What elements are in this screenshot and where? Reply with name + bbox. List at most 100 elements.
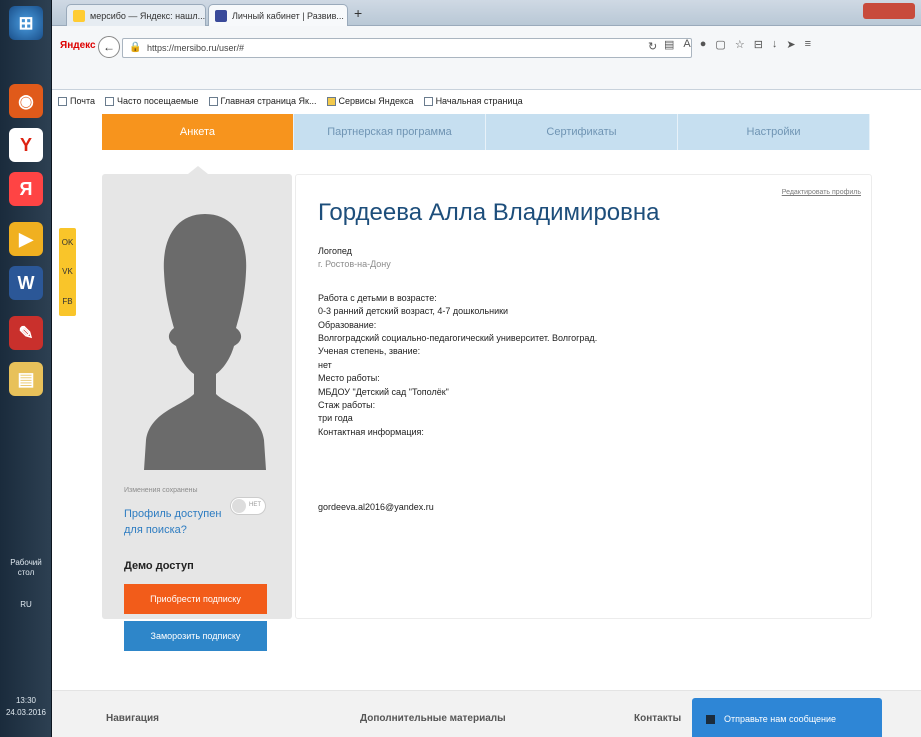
lock-icon: 🔒: [129, 42, 142, 53]
toggle-knob: [232, 499, 246, 513]
tab-anketa[interactable]: Анкета: [102, 114, 294, 150]
reload-icon[interactable]: ↻: [648, 40, 657, 53]
info-line: 0-3 ранний детский возраст, 4-7 дошкольн…: [318, 306, 509, 317]
info-line: Место работы:: [318, 373, 380, 384]
info-line: МБДОУ "Детский сад "Тополёк": [318, 386, 449, 397]
desktop-label[interactable]: Рабочий стол: [2, 558, 50, 578]
adblock-icon[interactable]: ●: [700, 38, 707, 51]
windows-taskbar: ⊞ ◉ Y Я ▶ W ✎ ▤ Рабочий стол RU 13:30 24…: [0, 0, 52, 737]
page-content: Анкета Партнерская программа Сертификаты…: [52, 110, 921, 737]
yandex-browser-icon[interactable]: Y: [9, 128, 43, 162]
bookmark-label: Начальная страница: [435, 96, 523, 106]
profile-name: Гордеева Алла Владимировна: [318, 199, 660, 226]
profile-card: Редактировать профиль Гордеева Алла Влад…: [295, 174, 872, 619]
word-icon[interactable]: W: [9, 266, 43, 300]
edit-profile-link[interactable]: Редактировать профиль: [782, 189, 861, 196]
profile-sidebar: Изменения сохранены Профиль доступен для…: [102, 166, 292, 651]
card-notch: [188, 166, 208, 174]
star-icon[interactable]: ☆: [735, 38, 745, 51]
profile-role: Логопед: [318, 246, 352, 256]
footer-col-materials: Дополнительные материалы: [360, 713, 506, 724]
folder-icon: [326, 96, 336, 106]
clock-time[interactable]: 13:30: [2, 696, 50, 706]
info-line: Работа с детьми в возрасте:: [318, 292, 437, 303]
buy-subscription-button[interactable]: Приобрести подписку: [124, 584, 267, 614]
social-share-bar: OK VK FB: [59, 228, 76, 316]
profile-city: г. Ростов-на-Дону: [318, 259, 391, 270]
page-icon: [423, 96, 433, 106]
menu-icon[interactable]: ≡: [805, 38, 811, 51]
folder-icon[interactable]: ▤: [9, 362, 43, 396]
bookmark-label: Главная страница Як...: [220, 96, 317, 106]
bookmark-item[interactable]: Сервисы Яндекса: [326, 93, 414, 109]
info-line: Образование:: [318, 319, 377, 330]
vk-link[interactable]: VK: [62, 267, 73, 276]
page-icon: [105, 96, 114, 106]
chat-widget-button[interactable]: Отправьте нам сообщение: [692, 698, 882, 737]
tab-yandex-search[interactable]: мерсибо — Яндекс: нашл... ×: [66, 4, 206, 26]
url-text: https://mersibo.ru/user/#: [147, 43, 245, 53]
fb-link[interactable]: FB: [62, 297, 72, 306]
info-line: три года: [318, 413, 353, 424]
url-bar[interactable]: 🔒 https://mersibo.ru/user/#: [122, 38, 692, 58]
yandex-icon[interactable]: Я: [9, 172, 43, 206]
toolbar-icons: ▤ A ● ▢ ☆ ⊟ ↓ ➤ ≡: [664, 38, 811, 51]
tab-certificates[interactable]: Сертификаты: [486, 114, 678, 150]
bookmark-item[interactable]: Главная страница Як...: [208, 93, 317, 109]
tab-label: мерсибо — Яндекс: нашл...: [90, 10, 206, 21]
yandex-logo[interactable]: Яндекс: [60, 40, 96, 51]
tab-partner[interactable]: Партнерская программа: [294, 114, 486, 150]
mersibo-favicon-icon: [215, 9, 227, 22]
bookmark-item[interactable]: Начальная страница: [423, 93, 523, 109]
saved-status: Изменения сохранены: [124, 487, 198, 494]
clock-date: 24.03.2016: [5, 708, 47, 717]
info-line: Волгоградский социально-педагогический у…: [318, 333, 598, 344]
footer-col-contacts: Контакты: [634, 713, 682, 724]
download-icon[interactable]: ↓: [772, 38, 778, 51]
start-icon[interactable]: ⊞: [9, 6, 43, 40]
lang-indicator[interactable]: RU: [2, 600, 50, 610]
avatar-placeholder-icon: [144, 214, 266, 470]
page-icon: [208, 96, 218, 106]
firefox-icon[interactable]: ◉: [9, 84, 43, 118]
bookmarks-bar: Почта Часто посещаемые Главная страница …: [52, 93, 921, 109]
translate-icon[interactable]: A: [683, 38, 690, 51]
share-icon[interactable]: ➤: [786, 38, 795, 51]
browser-window: мерсибо — Яндекс: нашл... × Личный кабин…: [52, 0, 921, 737]
bookmark-manager-icon[interactable]: ▤: [664, 38, 674, 51]
profile-info: Логопед г. Ростов-на-Дону Работа с детьм…: [318, 245, 597, 439]
footer-col-navigation: Навигация: [106, 713, 159, 724]
tab-settings[interactable]: Настройки: [678, 114, 870, 150]
yandex-favicon-icon: [73, 9, 85, 22]
demo-access-label: Демо доступ: [124, 560, 194, 572]
bookmark-label: Почта: [70, 96, 95, 106]
tab-label: Личный кабинет | Развив...: [232, 10, 344, 21]
tab-cabinet[interactable]: Личный кабинет | Развив... ×: [208, 4, 348, 26]
info-line: нет: [318, 359, 332, 370]
info-line: Ученая степень, звание:: [318, 346, 421, 357]
library-icon[interactable]: ⊟: [754, 38, 763, 51]
back-button[interactable]: ←: [98, 36, 120, 58]
profile-email[interactable]: gordeeva.al2016@yandex.ru: [318, 502, 434, 512]
info-line: Стаж работы:: [318, 400, 376, 411]
search-visibility-toggle[interactable]: НЕТ: [230, 497, 266, 515]
window-controls[interactable]: [863, 3, 915, 19]
media-icon[interactable]: ▶: [9, 222, 43, 256]
freeze-subscription-button[interactable]: Заморозить подписку: [124, 621, 267, 651]
pdf-icon[interactable]: ✎: [9, 316, 43, 350]
bookmark-item[interactable]: Часто посещаемые: [105, 93, 199, 109]
bookmark-label: Сервисы Яндекса: [338, 96, 414, 106]
ok-link[interactable]: OK: [62, 238, 74, 247]
chat-label: Отправьте нам сообщение: [724, 714, 837, 724]
tab-bar: мерсибо — Яндекс: нашл... × Личный кабин…: [52, 0, 921, 26]
profile-nav: Анкета Партнерская программа Сертификаты…: [102, 114, 870, 150]
reader-icon[interactable]: ▢: [715, 38, 725, 51]
toggle-state: НЕТ: [249, 502, 261, 508]
chat-icon: [706, 714, 715, 724]
new-tab-icon[interactable]: +: [354, 5, 362, 21]
bookmark-label: Часто посещаемые: [117, 96, 199, 106]
bookmark-item[interactable]: Почта: [58, 93, 95, 109]
page-icon: [58, 96, 67, 106]
screen: ⊞ ◉ Y Я ▶ W ✎ ▤ Рабочий стол RU 13:30 24…: [0, 0, 921, 737]
search-visibility-link[interactable]: Профиль доступен для поиска?: [124, 506, 224, 538]
